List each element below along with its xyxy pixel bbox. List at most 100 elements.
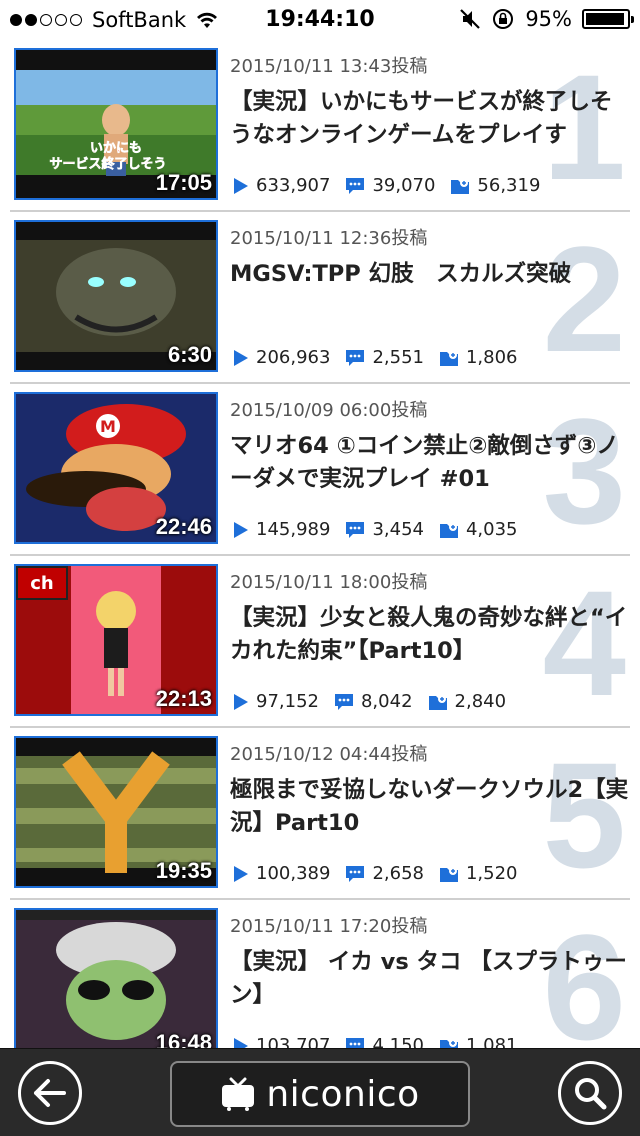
video-meta: 2015/10/09 06:00投稿 マリオ64 ①コイン禁止②敵倒さず③ノーダ… (230, 396, 630, 496)
mylist-count: 4,035 (438, 519, 518, 540)
video-item[interactable]: 4 ch 22:13 2015/10/11 18:00投稿 【実況】少女と殺人鬼… (10, 556, 630, 728)
view-count: 206,963 (232, 347, 330, 368)
back-arrow-icon (34, 1079, 66, 1107)
video-item[interactable]: 2 6:30 2015/10/11 12:36投稿 MGSV:TPP 幻肢 スカ… (10, 212, 630, 384)
mylist-count-value: 1,520 (465, 863, 518, 884)
post-date: 2015/10/11 13:43投稿 (230, 56, 428, 77)
video-title[interactable]: 極限まで妥協しないダークソウル2【実況】Part10 (230, 774, 630, 840)
video-thumbnail[interactable]: ch 22:13 (14, 564, 218, 716)
video-stats: 145,989 3,454 4,035 (232, 519, 532, 540)
video-title[interactable]: 【実況】 イカ vs タコ 【スプラトゥーン】 (230, 946, 630, 1012)
video-duration: 19:35 (155, 858, 212, 883)
comment-count: 2,658 (344, 863, 424, 884)
mylist-folder-icon (428, 694, 447, 710)
video-ranking-list[interactable]: 1 いかにも サービス終了しそう 17:05 2015/10/11 13:43投稿… (0, 40, 640, 1048)
post-date: 2015/10/11 12:36投稿 (230, 228, 428, 249)
mylist-folder-icon (451, 178, 470, 194)
video-meta: 2015/10/11 12:36投稿 MGSV:TPP 幻肢 スカルズ突破 (230, 224, 630, 324)
video-meta: 2015/10/11 18:00投稿 【実況】少女と殺人鬼の奇妙な絆と“イカれた… (230, 568, 630, 668)
battery-icon (582, 9, 634, 29)
video-duration: 22:46 (155, 514, 212, 539)
rotation-lock-icon (493, 9, 514, 29)
status-bar: SoftBank 19:44:10 95% (0, 0, 640, 40)
comment-icon (346, 349, 365, 366)
comment-count: 4,150 (344, 1035, 424, 1048)
status-right: 95% (459, 7, 634, 31)
comment-icon (334, 693, 353, 710)
comment-count: 39,070 (344, 175, 435, 196)
mylist-count: 1,520 (438, 863, 518, 884)
logo-text: niconico (266, 1073, 420, 1115)
comment-count-value: 3,454 (372, 519, 424, 540)
comment-count: 8,042 (333, 691, 413, 712)
channel-badge: ch (16, 566, 68, 600)
video-stats: 97,152 8,042 2,840 (232, 691, 520, 712)
view-count-value: 206,963 (256, 347, 331, 368)
mylist-count-value: 1,081 (465, 1035, 518, 1048)
comment-icon (346, 1037, 365, 1048)
video-duration: 17:05 (155, 170, 212, 195)
mylist-count-value: 2,840 (454, 691, 507, 712)
video-duration: 6:30 (167, 342, 212, 367)
mylist-count: 1,081 (438, 1035, 518, 1048)
view-count: 145,989 (232, 519, 330, 540)
video-item[interactable]: 1 いかにも サービス終了しそう 17:05 2015/10/11 13:43投稿… (10, 40, 630, 212)
video-meta: 2015/10/11 13:43投稿 【実況】いかにもサービスが終了しそうなオン… (230, 52, 630, 152)
mylist-count-value: 56,319 (477, 175, 541, 196)
video-thumbnail[interactable]: M 22:46 (14, 392, 218, 544)
comment-icon (346, 177, 365, 194)
video-title[interactable]: 【実況】少女と殺人鬼の奇妙な絆と“イカれた約束”【Part10】 (230, 602, 630, 668)
view-count: 103,707 (232, 1035, 330, 1048)
view-count-value: 145,989 (256, 519, 331, 540)
play-icon (234, 865, 248, 882)
video-item[interactable]: 6 16:48 2015/10/11 17:20投稿 【実況】 イカ vs タコ… (10, 900, 630, 1048)
view-count: 100,389 (232, 863, 330, 884)
video-item[interactable]: 3 M 22:46 2015/10/09 06:00投稿 マリオ64 ①コイン禁… (10, 384, 630, 556)
video-title[interactable]: 【実況】いかにもサービスが終了しそうなオンラインゲームをプレイす (230, 86, 630, 152)
video-duration: 22:13 (155, 686, 212, 711)
view-count-value: 633,907 (256, 175, 331, 196)
tv-icon (222, 1077, 255, 1111)
battery-fill (586, 13, 624, 25)
bottom-bar: niconico (0, 1048, 640, 1136)
view-count: 633,907 (232, 175, 330, 196)
search-icon (575, 1078, 607, 1110)
video-stats: 100,389 2,658 1,520 (232, 863, 532, 884)
mylist-folder-icon (439, 350, 458, 366)
comment-count-value: 39,070 (372, 175, 436, 196)
mylist-count-value: 1,806 (465, 347, 518, 368)
mylist-count: 2,840 (427, 691, 507, 712)
comment-count-value: 2,658 (372, 863, 424, 884)
comment-count: 3,454 (344, 519, 424, 540)
video-stats: 206,963 2,551 1,806 (232, 347, 532, 368)
video-item[interactable]: 5 19:35 2015/10/12 04:44投稿 極限まで妥協しないダークソ… (10, 728, 630, 900)
video-thumbnail[interactable]: 19:35 (14, 736, 218, 888)
comment-count-value: 4,150 (372, 1035, 424, 1048)
thumbnail-image (16, 910, 216, 1048)
video-thumbnail[interactable]: いかにも サービス終了しそう 17:05 (14, 48, 218, 200)
comment-count: 2,551 (344, 347, 424, 368)
comment-count-value: 2,551 (372, 347, 424, 368)
video-meta: 2015/10/12 04:44投稿 極限まで妥協しないダークソウル2【実況】P… (230, 740, 630, 840)
mylist-folder-icon (439, 866, 458, 882)
niconico-logo-button[interactable]: niconico (170, 1061, 470, 1127)
video-thumbnail[interactable]: 6:30 (14, 220, 218, 372)
svg-text:いかにも: いかにも (90, 141, 142, 156)
play-icon (234, 693, 248, 710)
view-count-value: 97,152 (256, 691, 319, 712)
video-stats: 633,907 39,070 56,319 (232, 175, 554, 196)
video-title[interactable]: マリオ64 ①コイン禁止②敵倒さず③ノーダメで実況プレイ #01 (230, 430, 630, 496)
comment-icon (346, 521, 365, 538)
video-title[interactable]: MGSV:TPP 幻肢 スカルズ突破 (230, 258, 630, 324)
mylist-folder-icon (439, 522, 458, 538)
mylist-count: 1,806 (438, 347, 518, 368)
video-duration: 16:48 (155, 1030, 212, 1048)
back-button[interactable] (18, 1061, 82, 1125)
search-button[interactable] (558, 1061, 622, 1125)
video-thumbnail[interactable]: 16:48 (14, 908, 218, 1048)
video-stats: 103,707 4,150 1,081 (232, 1035, 532, 1048)
mylist-count: 56,319 (449, 175, 540, 196)
view-count-value: 103,707 (256, 1035, 331, 1048)
mylist-count-value: 4,035 (465, 519, 518, 540)
view-count-value: 100,389 (256, 863, 331, 884)
